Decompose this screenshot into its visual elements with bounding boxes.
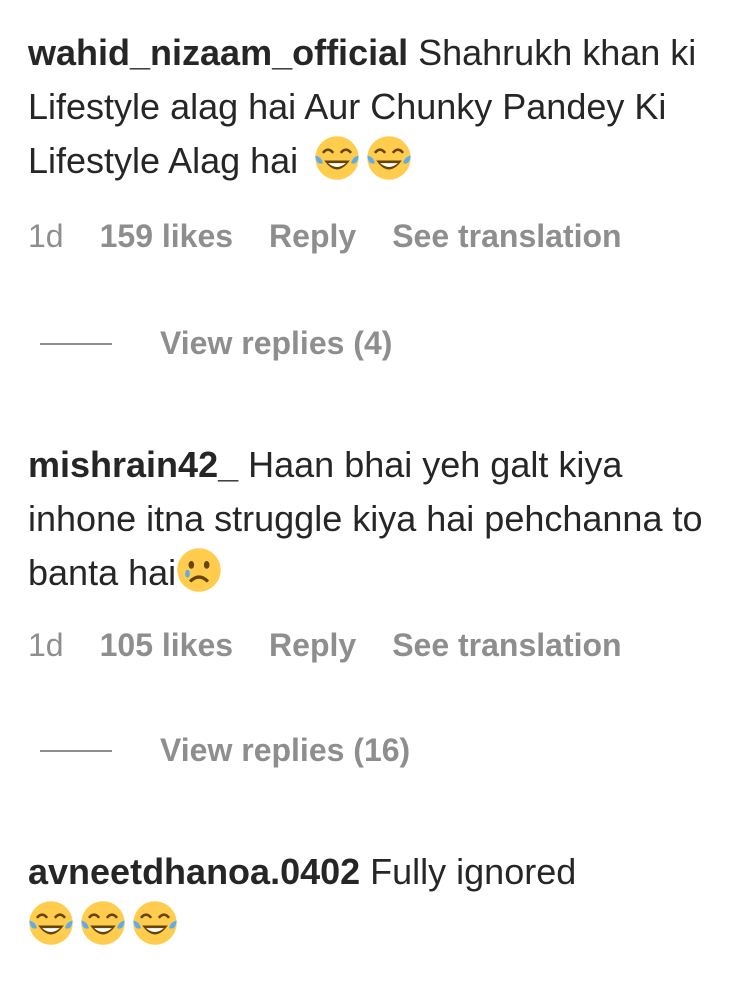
replies-divider [40, 749, 112, 752]
comment-body: mishrain42_ Haan bhai yeh galt kiya inhon… [28, 438, 728, 600]
comment-meta: 1d 159 likes Reply See translation [28, 218, 658, 255]
face-with-tears-of-joy-icon [132, 900, 178, 946]
comment-item: wahid_nizaam_official Shahrukh khan ki Li… [28, 26, 728, 188]
comment-meta: 1d 105 likes Reply See translation [28, 627, 658, 664]
face-with-tears-of-joy-icon [28, 900, 74, 946]
replies-divider [40, 342, 112, 345]
comment-likes[interactable]: 105 likes [100, 627, 233, 664]
comment-username[interactable]: avneetdhanoa.0402 [28, 851, 360, 892]
comment-time[interactable]: 1d [28, 627, 64, 664]
see-translation-button[interactable]: See translation [392, 218, 621, 255]
comment-username[interactable]: mishrain42_ [28, 444, 238, 485]
view-replies-button[interactable]: View replies (4) [40, 325, 392, 362]
comment-text: Fully ignored [370, 851, 577, 892]
reply-button[interactable]: Reply [269, 627, 356, 664]
comment-time[interactable]: 1d [28, 218, 64, 255]
comment-body: avneetdhanoa.0402 Fully ignored [28, 845, 728, 953]
reply-button[interactable]: Reply [269, 218, 356, 255]
comment-likes[interactable]: 159 likes [100, 218, 233, 255]
face-with-tears-of-joy-icon [366, 135, 412, 181]
view-replies-label: View replies (4) [160, 325, 393, 361]
view-replies-button[interactable]: View replies (16) [40, 732, 410, 769]
face-with-tears-of-joy-icon [314, 135, 360, 181]
see-translation-button[interactable]: See translation [392, 627, 621, 664]
view-replies-label: View replies (16) [160, 732, 411, 768]
comment-username[interactable]: wahid_nizaam_official [28, 32, 408, 73]
comment-body: wahid_nizaam_official Shahrukh khan ki Li… [28, 26, 728, 188]
comment-item: mishrain42_ Haan bhai yeh galt kiya inhon… [28, 438, 728, 600]
sad-face-icon [176, 547, 222, 593]
face-with-tears-of-joy-icon [80, 900, 126, 946]
comment-item: avneetdhanoa.0402 Fully ignored [28, 845, 728, 953]
